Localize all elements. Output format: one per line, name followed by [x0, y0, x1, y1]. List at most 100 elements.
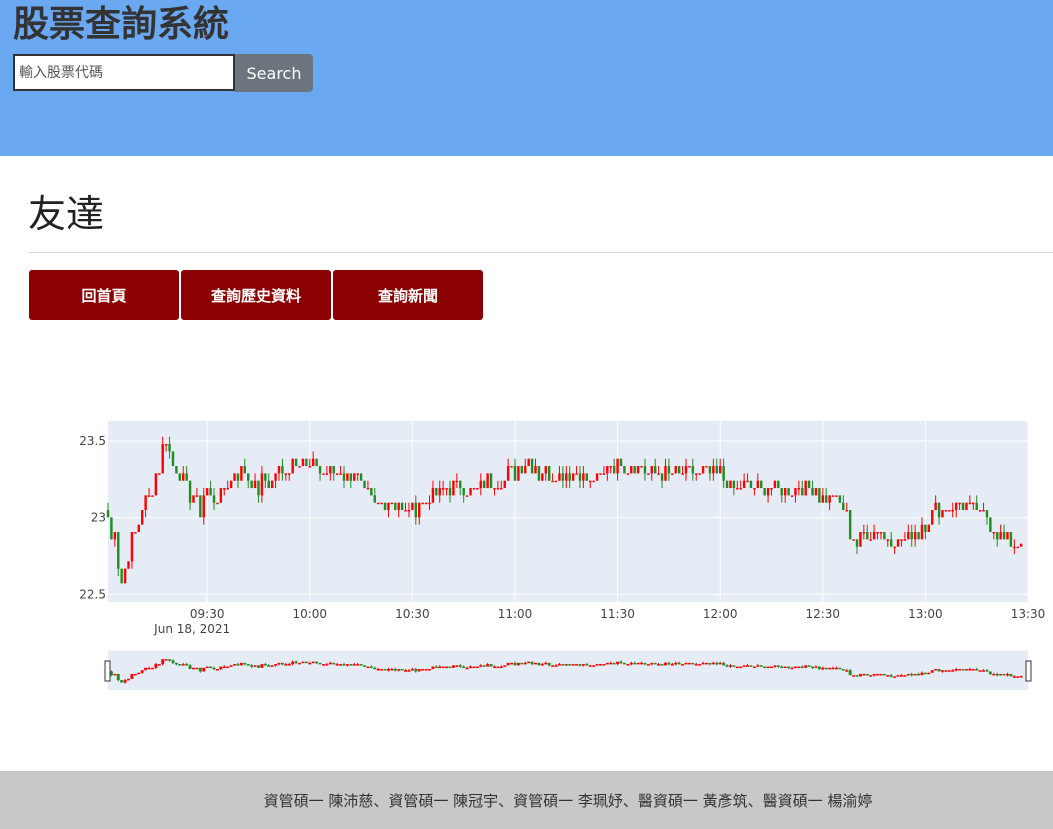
- stock-name: 友達: [28, 192, 105, 236]
- slider-candle: [472, 666, 476, 669]
- slider-candle: [116, 673, 120, 681]
- candle-body: [342, 473, 346, 481]
- candle-body: [240, 466, 243, 481]
- slider-candle: [489, 664, 493, 667]
- slider-candle: [626, 664, 630, 666]
- slider-candle: [181, 664, 185, 666]
- candle-body: [503, 480, 506, 489]
- slider-candle: [308, 662, 312, 665]
- slider-candle: [995, 673, 999, 676]
- candle-body: [736, 488, 739, 490]
- candle-body: [161, 444, 164, 474]
- candle-body: [366, 488, 370, 490]
- slider-candle: [910, 673, 914, 676]
- slider-candle: [694, 664, 698, 666]
- slider-candle: [438, 666, 442, 669]
- slider-candle: [298, 662, 301, 665]
- candle-body: [383, 502, 387, 511]
- slider-candle: [903, 675, 907, 677]
- candlestick-chart[interactable]: 09:30 10:00 10:30 11:00 11:30 12:00 12:30 13:00…: [0, 400, 1053, 700]
- candle-body: [989, 517, 992, 533]
- slider-candle: [503, 665, 507, 667]
- candle-body: [695, 473, 698, 475]
- slider-candle: [161, 659, 165, 665]
- candle-body: [520, 466, 524, 474]
- slider-candle: [999, 673, 1003, 676]
- slider-candle: [657, 664, 661, 666]
- range-slider[interactable]: [108, 651, 1028, 690]
- candle-body: [828, 495, 831, 503]
- candle-body: [120, 568, 123, 584]
- slider-candle: [322, 664, 325, 666]
- slider-candle: [609, 662, 613, 665]
- slider-candle: [233, 664, 237, 666]
- candle-body: [958, 502, 961, 505]
- x-tick-label: 10:30: [395, 607, 430, 621]
- slider-candle: [434, 666, 438, 669]
- home-button[interactable]: 回首頁: [29, 270, 179, 320]
- candle-body: [493, 488, 496, 490]
- slider-candle: [732, 665, 736, 667]
- candle-body: [264, 473, 267, 481]
- stock-code-input[interactable]: [13, 54, 235, 91]
- candle-body: [698, 473, 701, 475]
- slider-candle: [670, 664, 674, 666]
- range-slider-left-handle[interactable]: [104, 660, 111, 682]
- y-tick-label: 23: [91, 511, 106, 525]
- candle-body: [763, 488, 766, 496]
- candle-body: [335, 473, 339, 475]
- slider-candle: [872, 673, 876, 676]
- candle-body: [243, 466, 247, 474]
- search-button[interactable]: Search: [235, 54, 313, 92]
- slider-candle: [722, 662, 726, 666]
- candle-body: [910, 532, 913, 540]
- slider-candle: [653, 662, 657, 665]
- slider-candle: [376, 669, 380, 671]
- slider-candle: [1012, 676, 1016, 678]
- slider-candle: [735, 666, 739, 669]
- slider-candle: [824, 667, 828, 670]
- candle-body: [274, 473, 277, 481]
- candle-body: [927, 524, 931, 533]
- candle-body: [920, 524, 924, 540]
- x-tick-label: 11:00: [498, 607, 533, 621]
- candle-body: [373, 495, 376, 503]
- candle-body: [787, 488, 790, 496]
- candle-body: [281, 466, 284, 474]
- candle-body: [448, 488, 452, 496]
- candle-body: [924, 524, 927, 533]
- candle-body: [951, 510, 954, 512]
- slider-candle: [848, 670, 852, 676]
- candle-body: [359, 473, 363, 481]
- slider-candle: [332, 662, 336, 665]
- candle-body: [677, 466, 681, 474]
- slider-candle: [800, 666, 804, 669]
- candle-body: [626, 473, 630, 475]
- slider-candle: [510, 662, 514, 665]
- candle-body: [715, 466, 718, 474]
- footer-credits: 資管碩一 陳沛慈、資管碩一 陳冠宇、資管碩一 李珮妤、醫資碩一 黃彥筑、醫資碩一…: [263, 792, 873, 810]
- candle-body: [712, 466, 715, 474]
- candle-body: [130, 532, 134, 562]
- candle-body: [513, 466, 517, 481]
- slider-candle: [393, 669, 397, 671]
- candle-body: [171, 451, 175, 467]
- slider-candle: [978, 670, 982, 672]
- candle-body: [496, 488, 500, 490]
- slider-candle: [643, 662, 647, 665]
- slider-candle: [267, 665, 271, 667]
- candle-body: [270, 480, 274, 489]
- history-button[interactable]: 查詢歷史資料: [181, 270, 331, 320]
- news-button[interactable]: 查詢新聞: [333, 270, 483, 320]
- candle-body: [267, 480, 270, 489]
- candle-body: [229, 480, 233, 489]
- candle-body: [329, 466, 332, 474]
- slider-candle: [783, 666, 787, 669]
- slider-candle: [766, 666, 770, 669]
- candle-body: [835, 495, 838, 497]
- range-slider-right-handle[interactable]: [1025, 660, 1032, 682]
- candle-body: [866, 532, 869, 540]
- candle-body: [934, 502, 937, 511]
- candle-body: [151, 495, 154, 497]
- slider-candle: [280, 662, 284, 665]
